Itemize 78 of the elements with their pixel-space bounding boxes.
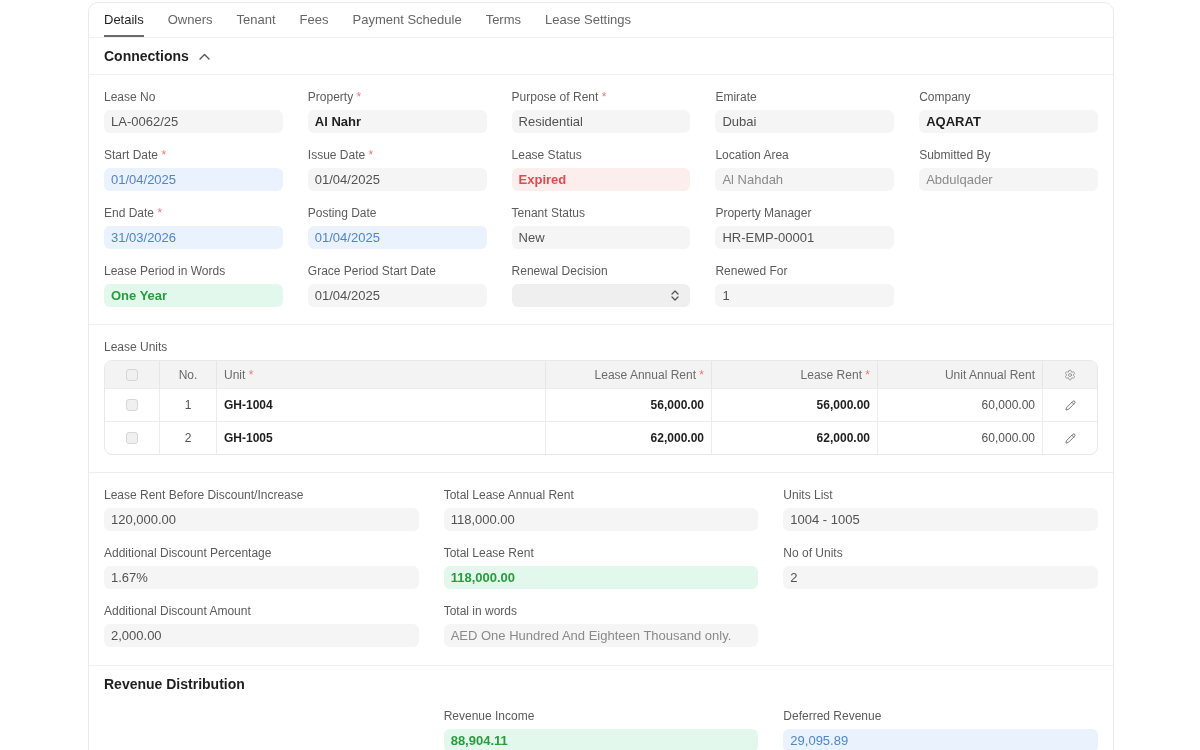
field-label: Lease No xyxy=(104,89,156,105)
input-field[interactable]: 1 xyxy=(715,284,895,307)
field-label: Units List xyxy=(783,487,833,503)
section-heading: Connections xyxy=(104,46,189,66)
table-cell-text: 60,000.00 xyxy=(981,397,1035,414)
input-field[interactable]: LA-0062/25 xyxy=(104,110,283,133)
field-label: Deferred Revenue xyxy=(783,708,882,724)
table-title: Lease Units xyxy=(104,339,168,355)
pencil-icon[interactable] xyxy=(1064,399,1076,411)
field-label: No of Units xyxy=(783,545,843,561)
input-field[interactable]: 1004 - 1005 xyxy=(783,508,1098,531)
input-field[interactable]: New xyxy=(511,226,691,249)
field-label: Property Manager xyxy=(715,205,812,221)
tab[interactable]: Tenant xyxy=(236,3,276,37)
table-cell-text: 62,000.00 xyxy=(650,430,704,447)
input-field[interactable]: HR-EMP-00001 xyxy=(715,226,895,249)
field-label: Company xyxy=(919,89,971,105)
column-header: Lease Annual Rent * xyxy=(594,366,704,384)
input-field[interactable]: 118,000.00 xyxy=(443,508,759,531)
field-label: Lease Rent Before Discount/Increase xyxy=(104,487,304,503)
checkbox[interactable] xyxy=(126,368,138,381)
field-label: Renewed For xyxy=(715,263,788,279)
input-field[interactable]: AQARAT xyxy=(919,110,1098,133)
table-cell-text: 2 xyxy=(184,430,192,447)
field-label: Lease Period in Words xyxy=(104,263,226,279)
field-label: Lease Status xyxy=(511,147,582,163)
field-label: Tenant Status xyxy=(511,205,585,221)
field-label: Total in words xyxy=(443,603,518,619)
column-header: Lease Rent * xyxy=(800,366,870,384)
select-field[interactable] xyxy=(511,284,691,307)
table-cell-text: 56,000.00 xyxy=(816,397,870,414)
tab[interactable]: Fees xyxy=(299,3,329,37)
chevron-up-down-icon xyxy=(671,290,680,301)
table-cell-text: GH-1005 xyxy=(224,430,273,447)
field-label: Total Lease Rent xyxy=(443,545,534,561)
input-field[interactable]: Residential xyxy=(511,110,691,133)
field-label: Start Date * xyxy=(104,147,167,163)
field-label: Issue Date * xyxy=(307,147,374,163)
column-header: Unit * xyxy=(224,366,254,384)
table-cell-text: 1 xyxy=(184,397,192,414)
pencil-icon[interactable] xyxy=(1064,432,1076,444)
input-field[interactable]: 2 xyxy=(783,566,1098,589)
tab[interactable]: Lease Settings xyxy=(545,3,632,37)
input-field[interactable]: 01/04/2025 xyxy=(307,284,487,307)
settings-icon[interactable] xyxy=(1064,368,1076,381)
table-cell-text: GH-1004 xyxy=(224,397,273,414)
chevron-up-icon[interactable] xyxy=(198,52,210,60)
field-label: Property * xyxy=(307,89,362,105)
field-label: Location Area xyxy=(715,147,789,163)
section-heading: Revenue Distribution xyxy=(104,675,245,694)
input-field[interactable]: Al Nahr xyxy=(307,110,487,133)
field-label: Renewal Decision xyxy=(511,263,608,279)
input-field[interactable]: 120,000.00 xyxy=(104,508,419,531)
table-cell-text: 56,000.00 xyxy=(650,397,704,414)
checkbox[interactable] xyxy=(126,399,138,411)
tab[interactable]: Owners xyxy=(167,3,213,37)
input-field[interactable]: Dubai xyxy=(715,110,895,133)
field-label: Total Lease Annual Rent xyxy=(443,487,574,503)
column-header: No. xyxy=(178,366,198,384)
tab[interactable]: Details xyxy=(104,3,144,37)
tab[interactable]: Payment Schedule xyxy=(352,3,462,37)
input-field[interactable]: 1.67% xyxy=(104,566,419,589)
input-field[interactable]: 2,000.00 xyxy=(104,624,419,647)
field-label: Revenue Income xyxy=(443,708,535,724)
column-header: Unit Annual Rent xyxy=(944,366,1035,384)
field-label: Additional Discount Amount xyxy=(104,603,251,619)
field-label: Submitted By xyxy=(919,147,991,163)
input-field[interactable]: 01/04/2025 xyxy=(307,168,487,191)
field-label: Posting Date xyxy=(307,205,377,221)
field-label: Grace Period Start Date xyxy=(307,263,436,279)
table-cell-text: 60,000.00 xyxy=(981,430,1035,447)
table-cell-text: 62,000.00 xyxy=(816,430,870,447)
tab[interactable]: Terms xyxy=(485,3,521,37)
checkbox[interactable] xyxy=(126,432,138,444)
field-label: Additional Discount Percentage xyxy=(104,545,272,561)
field-label: End Date * xyxy=(104,205,163,221)
field-label: Emirate xyxy=(715,89,757,105)
field-label: Purpose of Rent * xyxy=(511,89,607,105)
